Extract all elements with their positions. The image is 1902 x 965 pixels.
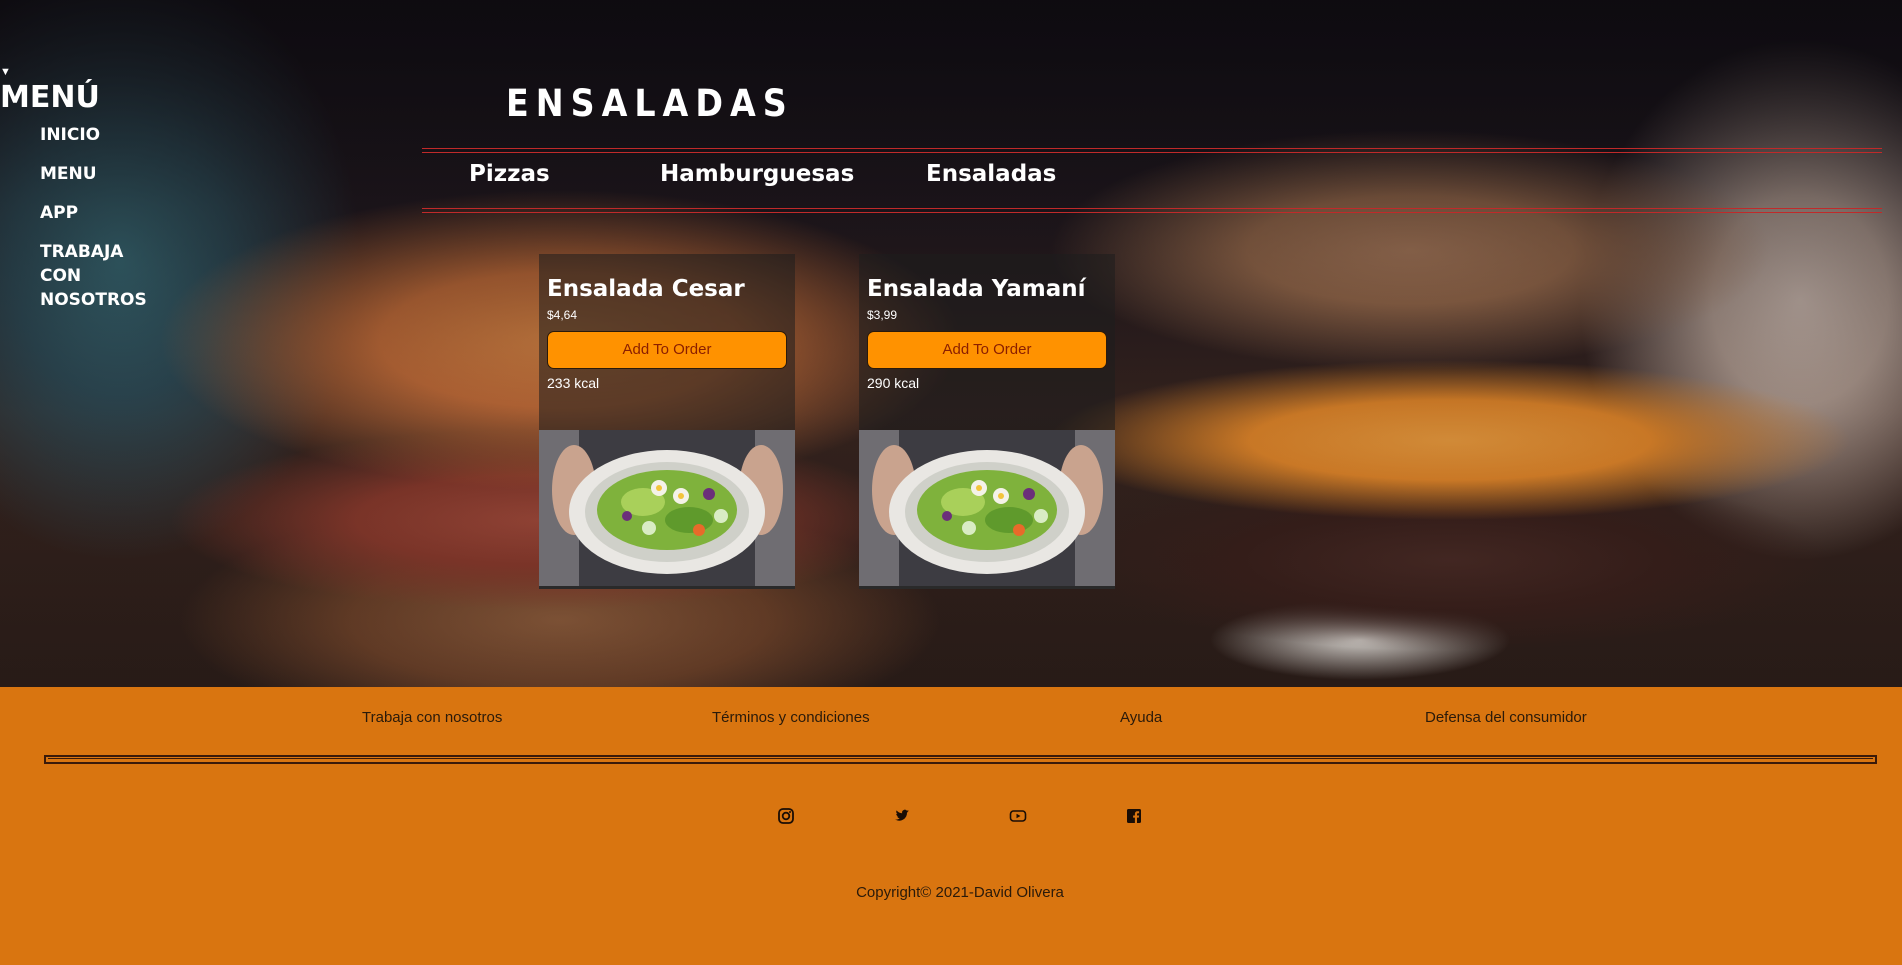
salad-image: [539, 430, 795, 586]
add-to-order-button[interactable]: Add To Order: [867, 331, 1107, 369]
sidebar-item-label: INICIO: [40, 125, 101, 145]
product-calories: 290 kcal: [867, 375, 920, 391]
footer-link-defensa[interactable]: Defensa del consumidor: [1425, 709, 1587, 726]
collapse-triangle-icon[interactable]: ▼: [0, 66, 170, 78]
footer: Trabaja con nosotros Términos y condicio…: [0, 687, 1902, 965]
sidebar-item-label-line: TRABAJA: [40, 242, 124, 262]
tabs-bottom-rule: [422, 208, 1882, 213]
copyright-text: Copyright© 2021-David Olivera: [856, 884, 1064, 901]
footer-link-ayuda[interactable]: Ayuda: [1120, 709, 1162, 726]
sidebar-item-inicio[interactable]: INICIO: [40, 123, 160, 147]
tab-hamburguesas[interactable]: Hamburguesas: [660, 161, 854, 187]
sidebar: ▼ MENÚ INICIO MENU APP TRABAJA CON NOSOT…: [0, 66, 170, 327]
sidebar-item-label: MENU: [40, 164, 97, 184]
product-price: $4,64: [547, 308, 578, 322]
tabs-top-rule: [422, 148, 1882, 153]
footer-link-trabaja[interactable]: Trabaja con nosotros: [362, 709, 502, 726]
instagram-icon[interactable]: [777, 807, 795, 825]
add-to-order-button[interactable]: Add To Order: [547, 331, 787, 369]
product-price: $3,99: [867, 308, 898, 322]
twitter-icon[interactable]: [893, 807, 911, 825]
facebook-icon[interactable]: [1125, 807, 1143, 825]
tab-ensaladas[interactable]: Ensaladas: [926, 161, 1056, 187]
footer-link-terminos[interactable]: Términos y condiciones: [712, 709, 870, 726]
sidebar-title: MENÚ: [0, 80, 100, 115]
product-card: Ensalada Cesar $4,64 Add To Order 233 kc…: [539, 254, 795, 589]
page-title: ENSALADAS: [506, 82, 794, 125]
footer-divider: [44, 755, 1877, 764]
youtube-icon[interactable]: [1009, 807, 1027, 825]
sidebar-item-label: APP: [40, 203, 79, 223]
product-calories: 233 kcal: [547, 375, 600, 391]
salad-image: [859, 430, 1115, 586]
product-name: Ensalada Cesar: [547, 276, 745, 302]
category-tabs: Pizzas Hamburguesas Ensaladas: [422, 148, 1882, 213]
product-name: Ensalada Yamaní: [867, 276, 1086, 302]
sidebar-item-menu[interactable]: MENU: [40, 162, 160, 186]
sidebar-item-label-line: NOSOTROS: [40, 290, 147, 310]
sidebar-item-trabaja-con-nosotros[interactable]: TRABAJA CON NOSOTROS: [40, 240, 160, 312]
sidebar-item-label-line: CON: [40, 266, 82, 286]
sidebar-item-app[interactable]: APP: [40, 201, 160, 225]
sidebar-menu: INICIO MENU APP TRABAJA CON NOSOTROS: [40, 123, 170, 312]
product-card: Ensalada Yamaní $3,99 Add To Order 290 k…: [859, 254, 1115, 589]
tab-pizzas[interactable]: Pizzas: [469, 161, 550, 187]
